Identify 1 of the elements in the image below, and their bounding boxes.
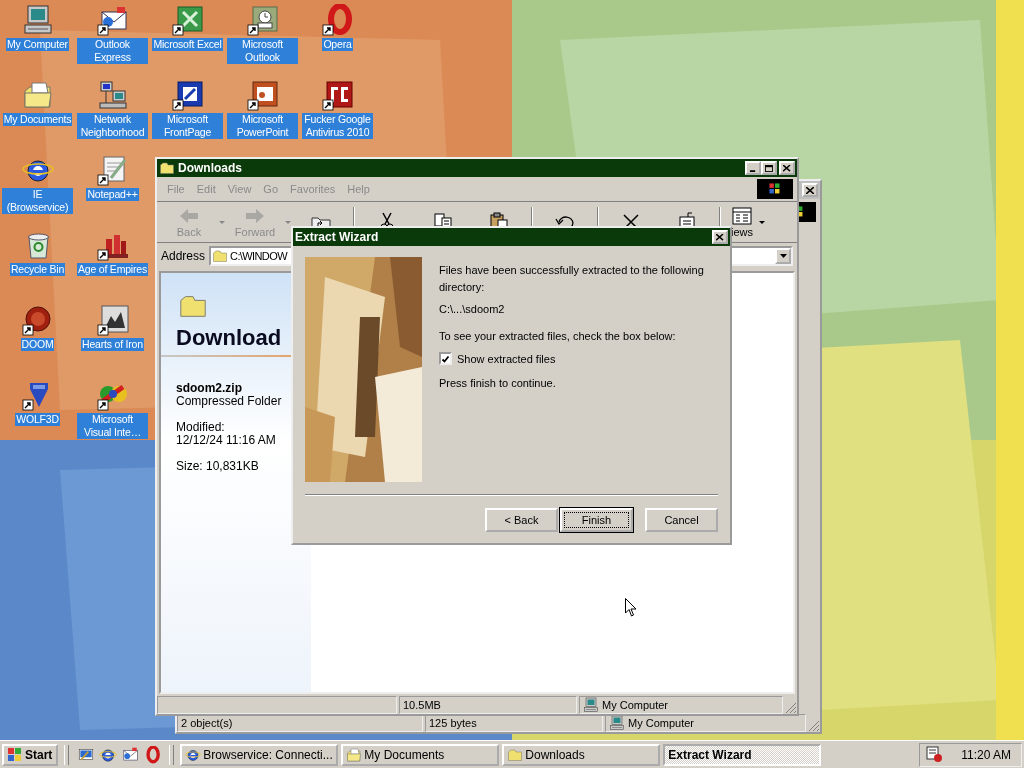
clock: 11:20 AM [961,747,1011,762]
